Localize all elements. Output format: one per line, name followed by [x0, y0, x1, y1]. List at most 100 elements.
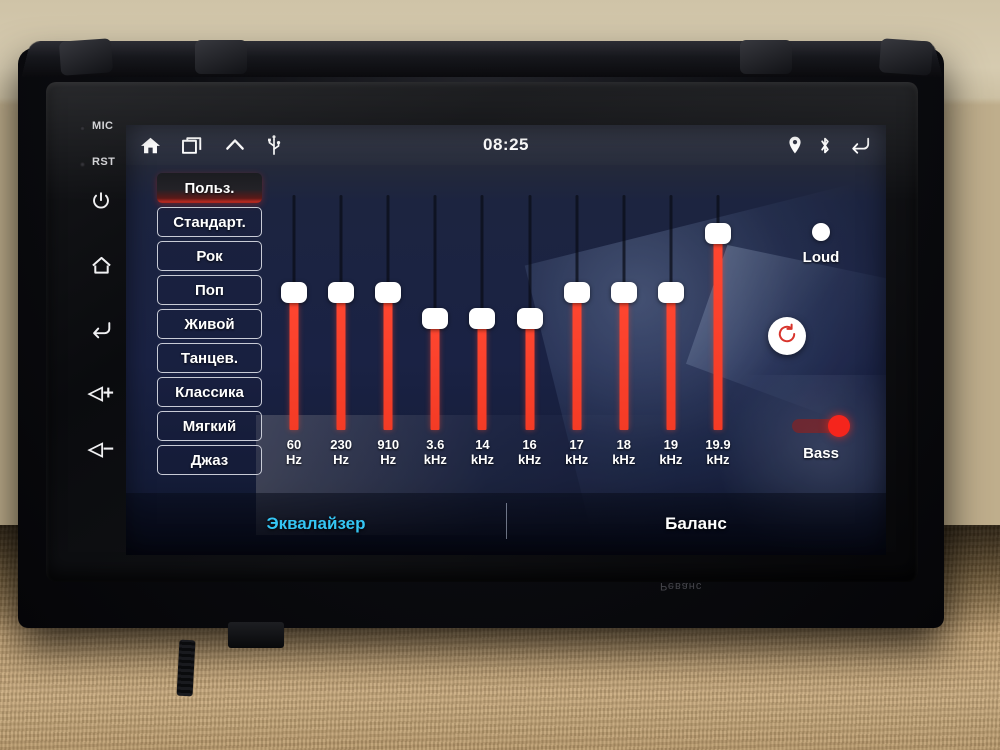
back-button[interactable]	[82, 312, 120, 346]
eq-preset-8[interactable]: Мягкий	[157, 411, 262, 441]
status-bar: 08:25	[126, 125, 886, 165]
bass-toggle-knob	[828, 415, 850, 437]
eq-preset-4[interactable]: Поп	[157, 275, 262, 305]
eq-band-track-area[interactable]	[323, 185, 359, 430]
eq-slider-thumb[interactable]	[516, 308, 543, 329]
eq-band-3[interactable]: 910 Hz	[370, 185, 406, 505]
eq-band-9[interactable]: 19 kHz	[653, 185, 689, 505]
recent-apps-icon[interactable]	[181, 136, 204, 155]
eq-band-frequency-label: 19.9 kHz	[705, 437, 731, 467]
bottom-tab-bar: Эквалайзер Баланс	[126, 493, 886, 555]
eq-band-frequency-label: 60 Hz	[286, 437, 302, 467]
usb-icon[interactable]	[266, 135, 282, 155]
eq-band-track-area[interactable]	[653, 185, 689, 430]
bass-control[interactable]: Bass	[766, 415, 876, 462]
eq-band-frequency-label: 16 kHz	[517, 437, 542, 467]
equalizer-band-group: 60 Hz 230 Hz 910 Hz 3.6 kHz 14 kHz 16 kHz 17 k…	[276, 185, 736, 505]
volume-down-button[interactable]: ◁−	[82, 432, 120, 466]
eq-band-10[interactable]: 19.9 kHz	[700, 185, 736, 505]
eq-band-frequency-label: 17 kHz	[565, 437, 589, 467]
mic-hole	[80, 126, 85, 131]
eq-band-track-area[interactable]	[559, 185, 595, 430]
eq-slider-fill	[430, 325, 440, 430]
eq-preset-7[interactable]: Классика	[157, 377, 262, 407]
eq-band-frequency-label: 19 kHz	[659, 437, 683, 467]
eq-preset-label: Мягкий	[182, 417, 237, 435]
eq-slider-fill	[477, 325, 487, 430]
eq-preset-label: Поп	[194, 281, 224, 299]
eq-band-5[interactable]: 14 kHz	[464, 185, 500, 505]
side-control-panel: Loud Bass	[766, 195, 876, 505]
eq-slider-thumb[interactable]	[469, 308, 496, 329]
eq-slider-fill	[619, 299, 629, 430]
eq-preset-5[interactable]: Живой	[157, 309, 262, 339]
touchscreen-display[interactable]: 08:25 Польз. Стандарт. Рок Поп Живой Танцев. К…	[126, 125, 886, 555]
eq-preset-2[interactable]: Стандарт.	[157, 207, 262, 237]
eq-slider-thumb[interactable]	[610, 282, 637, 303]
eq-slider-fill	[713, 240, 723, 430]
tab-balance[interactable]: Баланс	[506, 493, 886, 555]
eq-slider-thumb[interactable]	[657, 282, 684, 303]
mounting-tab	[878, 38, 934, 76]
power-button[interactable]	[82, 184, 120, 218]
mounting-tab	[58, 38, 114, 76]
eq-preset-9[interactable]: Джаз	[157, 445, 262, 475]
chassis-top-lip	[21, 41, 943, 78]
tab-equalizer[interactable]: Эквалайзер	[126, 493, 506, 555]
eq-band-track-area[interactable]	[417, 185, 453, 430]
eq-preset-label: Джаз	[190, 451, 229, 469]
mounting-tab	[740, 40, 792, 74]
reset-pinhole[interactable]	[80, 162, 85, 167]
loud-toggle[interactable]	[812, 223, 830, 241]
mic-label: MIC	[92, 120, 114, 132]
eq-band-7[interactable]: 17 kHz	[559, 185, 595, 505]
eq-band-frequency-label: 910 Hz	[377, 437, 400, 467]
chevron-up-icon[interactable]	[224, 136, 246, 154]
eq-band-track-area[interactable]	[512, 185, 548, 430]
eq-band-8[interactable]: 18 kHz	[606, 185, 642, 505]
volume-down-icon: ◁−	[88, 438, 114, 460]
eq-band-track-area[interactable]	[370, 185, 406, 430]
back-arrow-icon	[89, 319, 113, 340]
hardware-button-column: MIC RST ◁+ ◁−	[74, 120, 128, 470]
bass-toggle[interactable]	[792, 415, 850, 437]
eq-band-track-area[interactable]	[700, 185, 736, 430]
eq-band-track-area[interactable]	[464, 185, 500, 430]
eq-band-frequency-label: 230 Hz	[330, 437, 352, 467]
eq-band-1[interactable]: 60 Hz	[276, 185, 312, 505]
eq-slider-thumb[interactable]	[422, 308, 449, 329]
volume-up-icon: ◁+	[88, 382, 114, 404]
power-icon	[90, 190, 112, 212]
eq-slider-fill	[336, 299, 346, 430]
location-pin-icon	[788, 136, 802, 154]
eq-preset-label: Польз.	[184, 179, 235, 197]
eq-slider-thumb[interactable]	[704, 223, 731, 244]
eq-band-track-area[interactable]	[276, 185, 312, 430]
reset-eq-button[interactable]	[768, 317, 806, 355]
eq-slider-fill	[666, 299, 676, 430]
eq-preset-list: Польз. Стандарт. Рок Поп Живой Танцев. Классик…	[157, 173, 262, 475]
home-icon	[90, 255, 113, 276]
eq-band-4[interactable]: 3.6 kHz	[417, 185, 453, 505]
eq-band-6[interactable]: 16 kHz	[512, 185, 548, 505]
eq-band-track-area[interactable]	[606, 185, 642, 430]
eq-slider-fill	[525, 325, 535, 430]
eq-preset-3[interactable]: Рок	[157, 241, 262, 271]
status-back-arrow-icon[interactable]	[848, 135, 872, 155]
eq-slider-thumb[interactable]	[375, 282, 402, 303]
eq-slider-thumb[interactable]	[328, 282, 355, 303]
status-home-icon[interactable]	[140, 136, 161, 155]
eq-slider-thumb[interactable]	[281, 282, 307, 303]
eq-band-2[interactable]: 230 Hz	[323, 185, 359, 505]
eq-slider-fill	[572, 299, 582, 430]
eq-preset-label: Классика	[175, 383, 244, 401]
volume-up-button[interactable]: ◁+	[82, 376, 120, 410]
chassis-connector-port	[228, 622, 284, 648]
eq-preset-6[interactable]: Танцев.	[157, 343, 262, 373]
bezel-rear-text: Реванс	[660, 580, 703, 592]
eq-band-frequency-label: 14 kHz	[470, 437, 494, 467]
home-button[interactable]	[82, 248, 120, 282]
loudness-control[interactable]: Loud	[766, 223, 876, 266]
eq-slider-thumb[interactable]	[563, 282, 590, 303]
eq-preset-1[interactable]: Польз.	[157, 173, 262, 203]
